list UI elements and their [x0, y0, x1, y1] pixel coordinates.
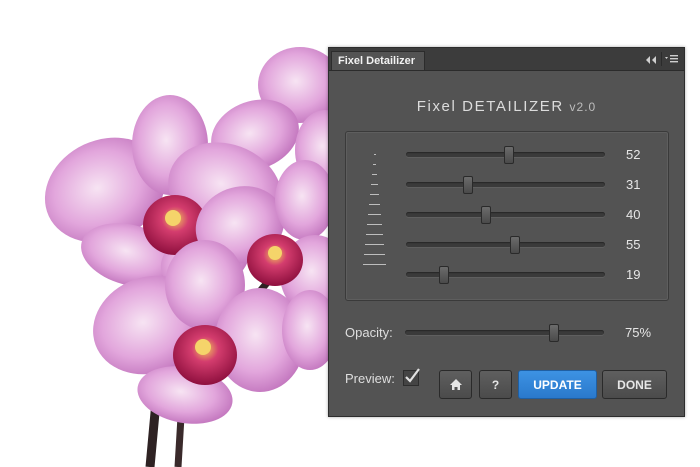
double-chevron-left-icon[interactable]	[644, 53, 658, 65]
opacity-value: 75%	[625, 325, 652, 340]
preview-checkbox[interactable]	[403, 368, 420, 386]
opacity-label: Opacity:	[345, 325, 393, 340]
detail-slider-track[interactable]	[406, 212, 605, 217]
panel-tab-bar: Fixel Detailizer	[329, 48, 684, 71]
detail-slider-5[interactable]: 19	[406, 265, 661, 285]
detail-slider-4[interactable]: 55	[406, 235, 661, 255]
tab-fixel-detailizer[interactable]: Fixel Detailizer	[331, 51, 425, 70]
detail-slider-2[interactable]: 31	[406, 175, 661, 195]
done-button[interactable]: DONE	[602, 370, 667, 399]
opacity-slider-track[interactable]	[405, 330, 604, 335]
detail-slider-value: 55	[626, 237, 641, 252]
panel-menu-icon[interactable]	[661, 52, 680, 66]
detail-slider-track[interactable]	[406, 242, 605, 247]
detail-slider-track[interactable]	[406, 272, 605, 277]
detail-level-icon	[363, 152, 387, 282]
detail-slider-1[interactable]: 52	[406, 145, 661, 165]
panel-title: Fixel DETAILIZER v2.0	[329, 98, 684, 115]
detail-slider-thumb[interactable]	[504, 146, 515, 164]
detail-slider-track[interactable]	[406, 182, 605, 187]
detail-slider-value: 31	[626, 177, 641, 192]
detail-slider-value: 40	[626, 207, 641, 222]
detail-slider-value: 52	[626, 147, 641, 162]
home-icon	[449, 379, 462, 390]
detail-slider-thumb[interactable]	[438, 266, 449, 284]
detail-sliders-group: 52 31 40 55 19	[345, 131, 669, 301]
detail-slider-thumb[interactable]	[480, 206, 491, 224]
title-main: Fixel DETAILIZER	[416, 98, 564, 115]
detail-slider-value: 19	[626, 267, 641, 282]
detail-slider-3[interactable]: 40	[406, 205, 661, 225]
opacity-slider[interactable]: 75%	[405, 323, 660, 343]
title-version: v2.0	[569, 100, 597, 114]
opacity-slider-thumb[interactable]	[549, 324, 560, 342]
preview-label: Preview:	[345, 371, 395, 386]
detail-slider-thumb[interactable]	[510, 236, 521, 254]
detail-slider-thumb[interactable]	[462, 176, 473, 194]
fixel-detailizer-panel: Fixel Detailizer Fixel DETAILIZER v2.0 5…	[328, 47, 685, 417]
help-button[interactable]: ?	[479, 370, 512, 399]
home-button[interactable]	[439, 370, 472, 399]
update-button[interactable]: UPDATE	[518, 370, 597, 399]
